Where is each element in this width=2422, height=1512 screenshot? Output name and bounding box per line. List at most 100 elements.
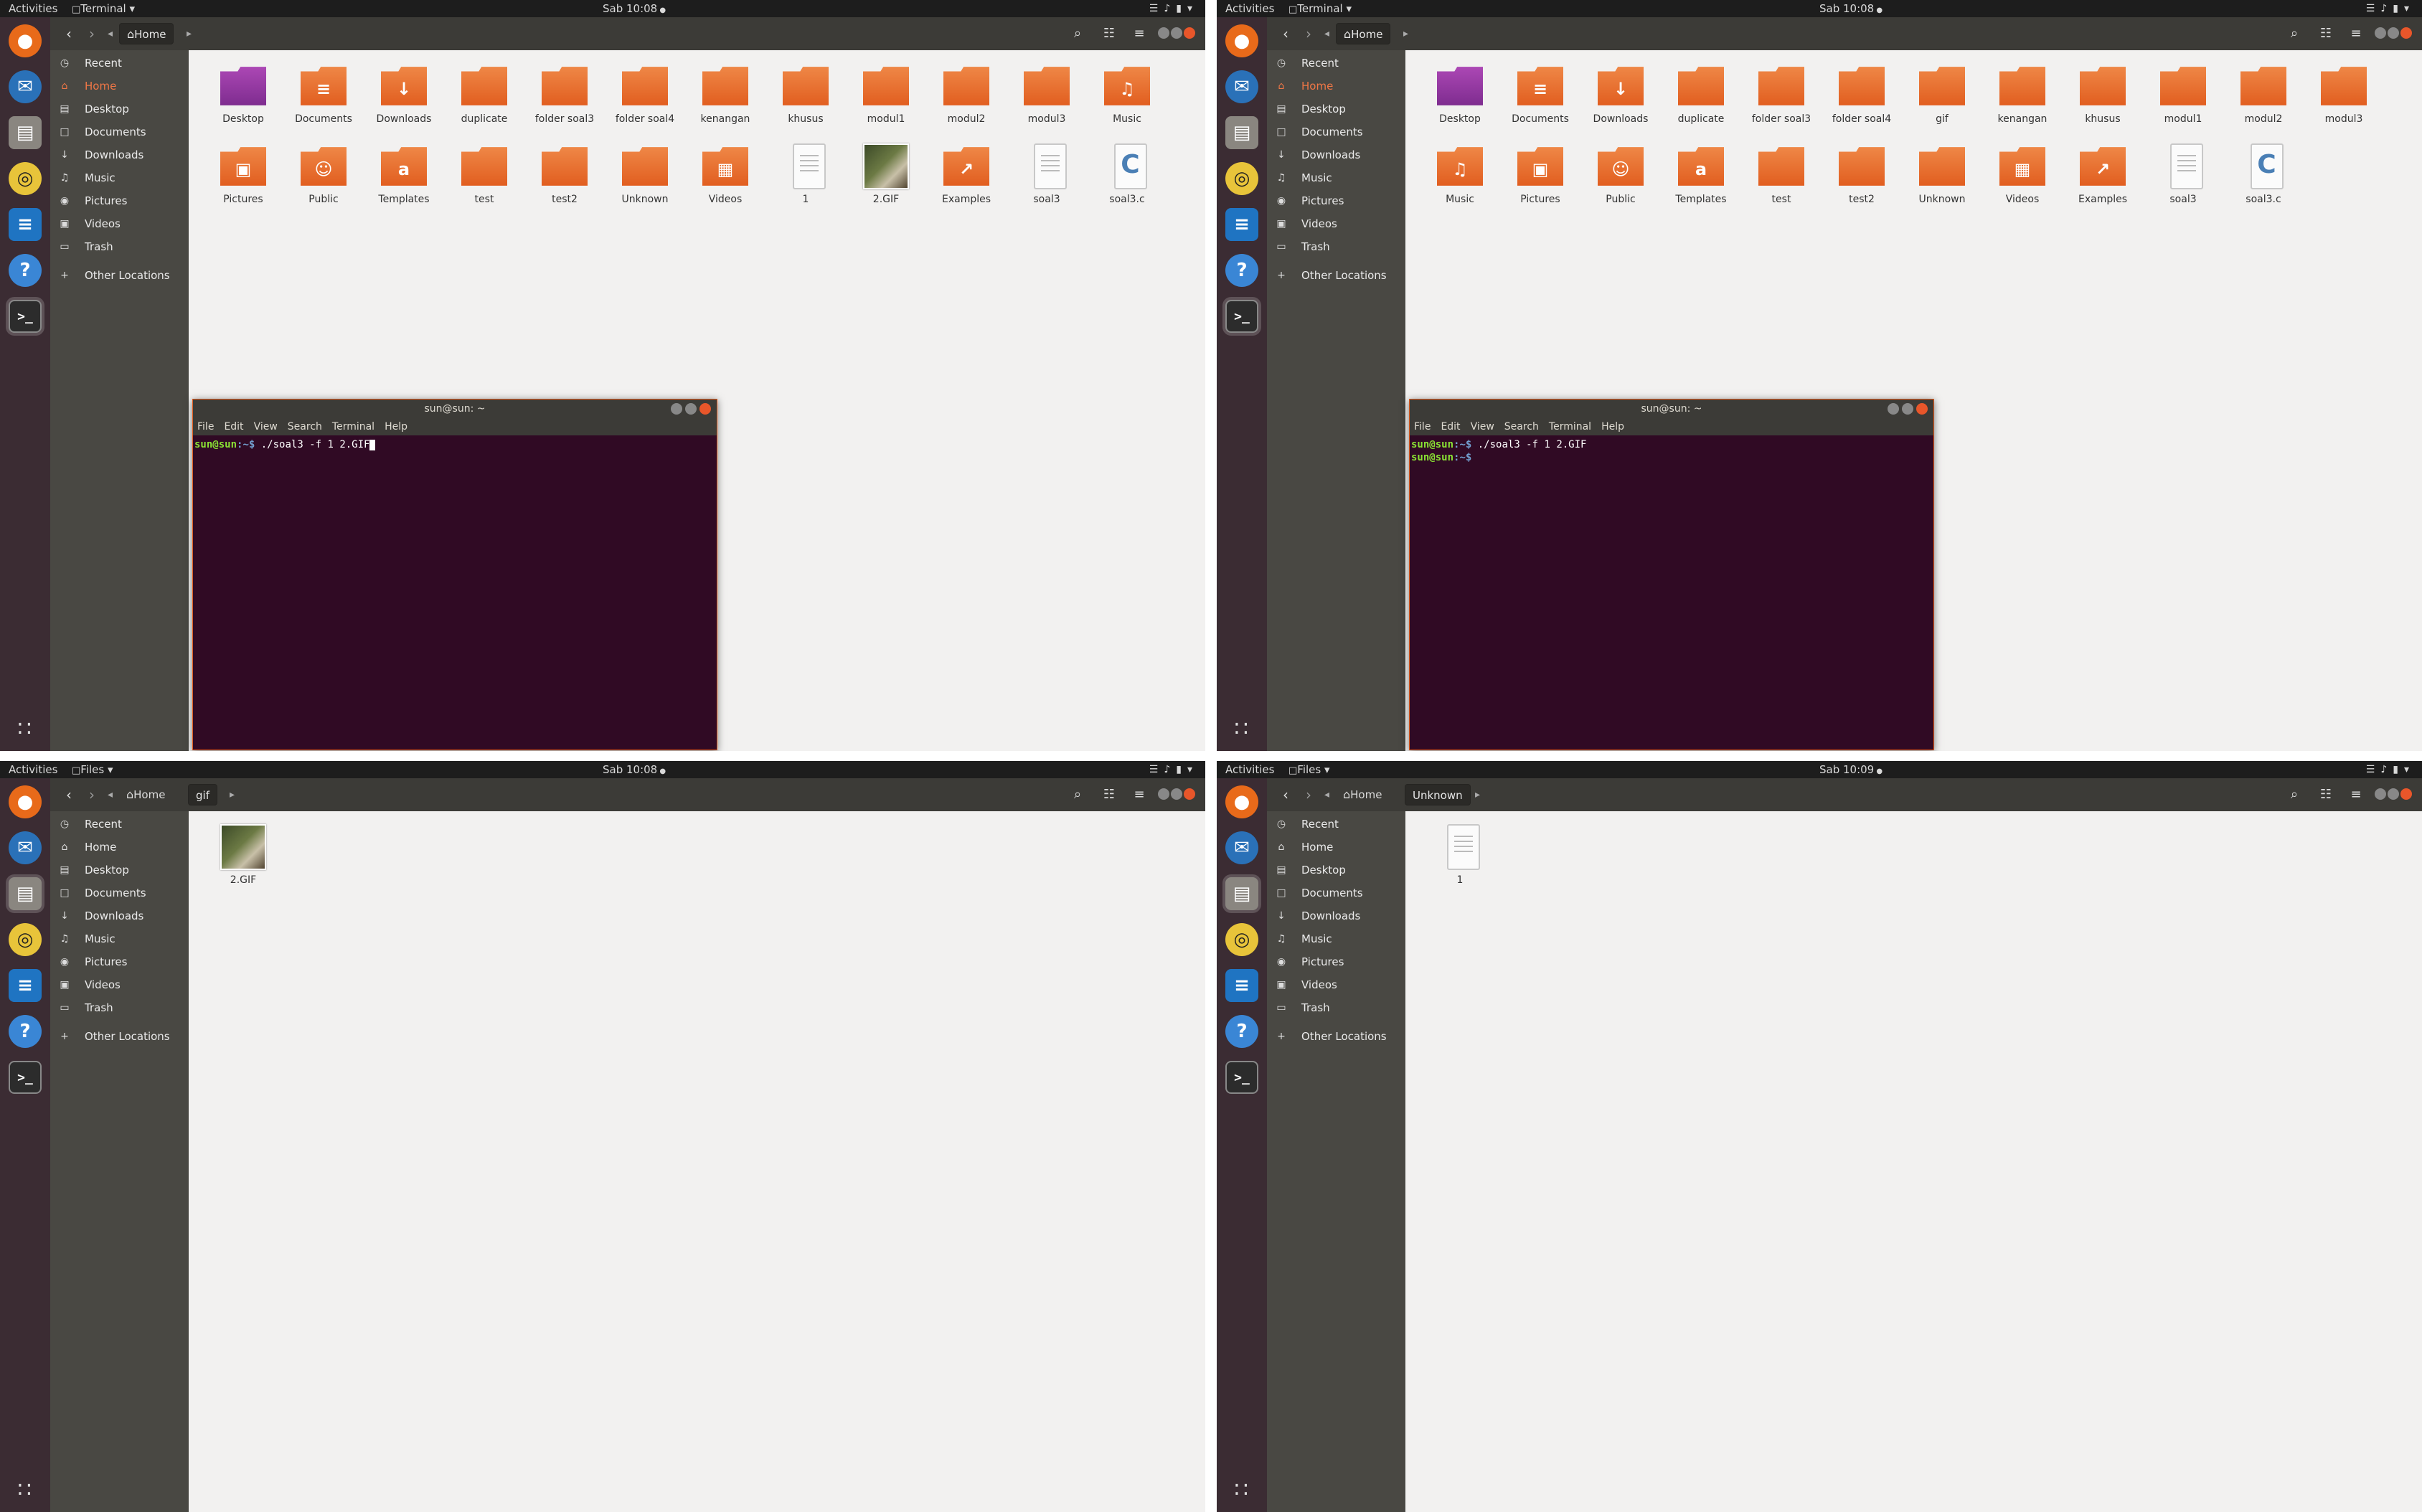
minimize-button[interactable] — [671, 403, 682, 415]
menu-search[interactable]: Search — [1504, 421, 1539, 433]
breadcrumb-right-arrow-icon[interactable]: ▸ — [1403, 24, 1408, 43]
system-tray[interactable]: ☰♪▮▾ — [2366, 761, 2415, 778]
breadcrumb-right-arrow-icon[interactable]: ▸ — [230, 785, 235, 804]
sidebar-item-home[interactable]: ⌂ Home — [1267, 75, 1405, 98]
back-button[interactable]: ‹ — [60, 785, 77, 804]
close-button[interactable] — [2400, 788, 2412, 800]
sidebar-item-music[interactable]: ♫ Music — [1267, 166, 1405, 189]
firefox-icon[interactable]: ● — [9, 785, 42, 818]
activities-button[interactable]: Activities — [1225, 0, 1274, 17]
terminal-output[interactable]: sun@sun:~$ ./soal3 -f 1 2.GIF sun@sun:~$ — [1410, 435, 1933, 750]
maximize-button[interactable] — [685, 403, 697, 415]
hamburger-menu-icon[interactable]: ≡ — [2346, 24, 2366, 43]
activities-button[interactable]: Activities — [9, 761, 57, 778]
sidebar-item-home[interactable]: ⌂ Home — [1267, 836, 1405, 859]
files-icon[interactable]: ▤ — [9, 116, 42, 149]
close-button[interactable] — [1184, 27, 1195, 39]
file-item[interactable]: ☺ Public — [283, 141, 364, 221]
file-item[interactable]: Desktop — [1420, 60, 1500, 141]
breadcrumb-right-arrow-icon[interactable]: ▸ — [187, 24, 192, 43]
show-applications-icon[interactable]: ∷ — [1228, 1478, 1254, 1503]
app-menu[interactable]: Terminal — [1288, 0, 1352, 19]
system-tray[interactable]: ☰♪▮▾ — [2366, 0, 2415, 17]
libreoffice-writer-icon[interactable]: ≡ — [9, 208, 42, 241]
file-item[interactable]: gif — [1902, 60, 1982, 141]
file-item[interactable]: ↓ Downloads — [364, 60, 444, 141]
search-icon[interactable]: ⌕ — [1068, 785, 1088, 804]
hamburger-menu-icon[interactable]: ≡ — [1129, 24, 1149, 43]
app-menu[interactable]: Files — [72, 761, 113, 780]
close-button[interactable] — [699, 403, 711, 415]
sidebar-item-videos[interactable]: ▣ Videos — [1267, 973, 1405, 996]
menu-file[interactable]: File — [1414, 421, 1431, 433]
file-item[interactable]: duplicate — [1661, 60, 1741, 141]
sidebar-item-documents[interactable]: □ Documents — [1267, 121, 1405, 143]
breadcrumb-left-arrow-icon[interactable]: ◂ — [1324, 785, 1329, 804]
menu-edit[interactable]: Edit — [1441, 421, 1460, 433]
sidebar-item-desktop[interactable]: ▤ Desktop — [1267, 859, 1405, 882]
thunderbird-icon[interactable]: ✉ — [9, 831, 42, 864]
file-item[interactable]: Unknown — [605, 141, 685, 221]
file-item[interactable]: khusus — [765, 60, 846, 141]
breadcrumb-left-arrow-icon[interactable]: ◂ — [1324, 24, 1329, 43]
file-item[interactable]: soal3 — [2143, 141, 2223, 221]
system-tray[interactable]: ☰♪▮▾ — [1149, 0, 1198, 17]
breadcrumb-unknown[interactable]: Unknown — [1405, 784, 1471, 805]
file-item[interactable]: ↗ Examples — [926, 141, 1007, 221]
search-icon[interactable]: ⌕ — [2284, 785, 2304, 804]
rhythmbox-icon[interactable]: ◎ — [9, 923, 42, 956]
sidebar-item-videos[interactable]: ▣ Videos — [50, 212, 189, 235]
sidebar-item-other-locations[interactable]: + Other Locations — [1267, 1025, 1405, 1048]
forward-button[interactable]: › — [1300, 785, 1317, 804]
minimize-button[interactable] — [1158, 27, 1169, 39]
terminal-output[interactable]: sun@sun:~$ ./soal3 -f 1 2.GIF — [193, 435, 717, 750]
menu-help[interactable]: Help — [1601, 421, 1624, 433]
rhythmbox-icon[interactable]: ◎ — [1225, 162, 1258, 195]
activities-button[interactable]: Activities — [1225, 761, 1274, 778]
sidebar-item-trash[interactable]: ▭ Trash — [1267, 235, 1405, 258]
sidebar-item-other-locations[interactable]: + Other Locations — [1267, 264, 1405, 287]
sidebar-item-desktop[interactable]: ▤ Desktop — [50, 98, 189, 121]
sidebar-item-documents[interactable]: □ Documents — [1267, 882, 1405, 904]
file-item[interactable]: folder soal4 — [1822, 60, 1902, 141]
app-menu[interactable]: Files — [1288, 761, 1330, 780]
sidebar-item-pictures[interactable]: ◉ Pictures — [50, 950, 189, 973]
sidebar-item-downloads[interactable]: ↓ Downloads — [1267, 143, 1405, 166]
menu-view[interactable]: View — [1471, 421, 1494, 433]
file-item[interactable]: soal3 — [1007, 141, 1087, 221]
sidebar-item-pictures[interactable]: ◉ Pictures — [1267, 189, 1405, 212]
sidebar-item-home[interactable]: ⌂ Home — [50, 836, 189, 859]
close-button[interactable] — [1916, 403, 1928, 415]
sidebar-item-other-locations[interactable]: + Other Locations — [50, 264, 189, 287]
file-item[interactable]: ≡ Documents — [1500, 60, 1580, 141]
show-applications-icon[interactable]: ∷ — [11, 1478, 37, 1503]
file-item[interactable]: modul3 — [2304, 60, 2384, 141]
sidebar-item-trash[interactable]: ▭ Trash — [50, 235, 189, 258]
sidebar-item-downloads[interactable]: ↓ Downloads — [50, 143, 189, 166]
back-button[interactable]: ‹ — [60, 24, 77, 43]
libreoffice-writer-icon[interactable]: ≡ — [1225, 208, 1258, 241]
file-item[interactable]: Unknown — [1902, 141, 1982, 221]
menu-help[interactable]: Help — [385, 421, 407, 433]
sidebar-item-documents[interactable]: □ Documents — [50, 882, 189, 904]
show-applications-icon[interactable]: ∷ — [1228, 717, 1254, 742]
menu-terminal[interactable]: Terminal — [332, 421, 374, 433]
clock[interactable]: Sab 10:08 — [1819, 0, 1883, 19]
breadcrumb-home[interactable]: Home — [1336, 784, 1389, 805]
maximize-button[interactable] — [1902, 403, 1913, 415]
clock[interactable]: Sab 10:08 — [603, 761, 666, 780]
file-item[interactable]: 2.GIF — [203, 821, 283, 902]
clock[interactable]: Sab 10:09 — [1819, 761, 1883, 780]
breadcrumb-gif[interactable]: gif — [188, 784, 217, 805]
view-options-icon[interactable]: ☷ — [1099, 785, 1119, 804]
maximize-button[interactable] — [1171, 788, 1182, 800]
file-item[interactable]: 1 — [765, 141, 846, 221]
file-item[interactable]: ▣ Pictures — [203, 141, 283, 221]
view-options-icon[interactable]: ☷ — [2316, 785, 2336, 804]
file-item[interactable]: folder soal4 — [605, 60, 685, 141]
breadcrumb-left-arrow-icon[interactable]: ◂ — [108, 785, 113, 804]
sidebar-item-trash[interactable]: ▭ Trash — [1267, 996, 1405, 1019]
back-button[interactable]: ‹ — [1277, 24, 1294, 43]
sidebar-item-music[interactable]: ♫ Music — [50, 927, 189, 950]
hamburger-menu-icon[interactable]: ≡ — [2346, 785, 2366, 804]
